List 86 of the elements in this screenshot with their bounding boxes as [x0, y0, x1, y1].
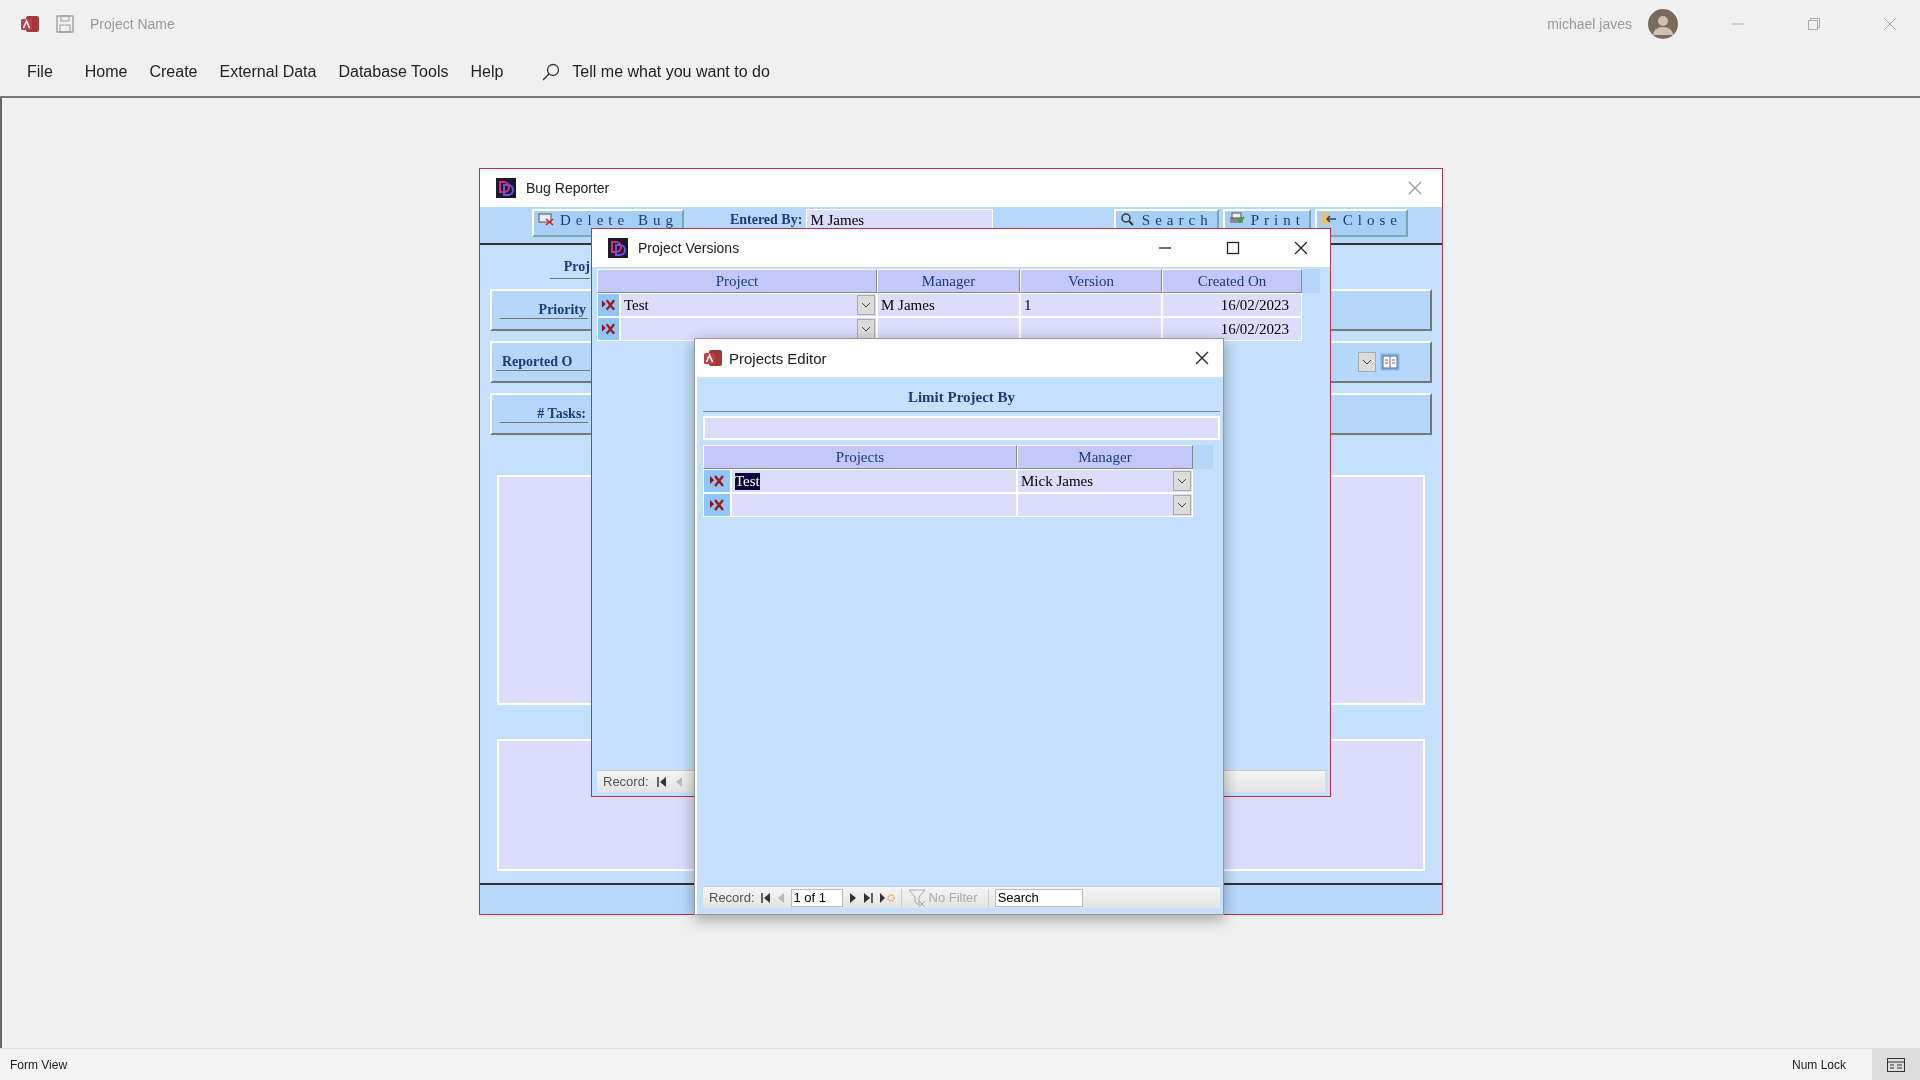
column-header: Projects	[703, 445, 1017, 469]
menu-tab[interactable]: Help	[459, 63, 515, 81]
caret-icon	[861, 302, 871, 308]
table-cell: 16/02/2023	[1162, 293, 1302, 317]
next-record-icon[interactable]	[848, 892, 857, 903]
last-record-icon[interactable]	[862, 892, 873, 903]
app-icon	[20, 14, 40, 34]
form-icon	[608, 238, 628, 258]
cell-text: Mick James	[1021, 472, 1094, 490]
scrollbar-track	[1302, 269, 1320, 293]
close-icon	[1320, 212, 1337, 226]
cell-text: Test	[624, 296, 649, 314]
table-cell: 16/02/2023	[1162, 317, 1302, 341]
caret-icon	[861, 326, 871, 332]
dropdown-button[interactable]	[857, 319, 875, 339]
maximize-icon[interactable]	[1226, 241, 1240, 255]
column-header: Created On	[1162, 269, 1302, 293]
avatar[interactable]	[1648, 9, 1678, 39]
menu-tab[interactable]: File	[17, 63, 64, 81]
field-label: Priority	[500, 301, 588, 319]
document-title: Project Name	[90, 16, 175, 32]
table-cell[interactable]	[731, 493, 1017, 517]
filter-field[interactable]	[703, 416, 1220, 440]
search-icon	[1119, 212, 1136, 226]
delete-record-icon	[601, 299, 616, 311]
delete-record-icon	[709, 499, 725, 511]
record-selector[interactable]	[703, 469, 731, 493]
menu-tab[interactable]: Create	[138, 63, 209, 81]
cell-text: Test	[735, 472, 760, 490]
table-cell: M James	[877, 293, 1020, 317]
menu-tab[interactable]: Home	[73, 63, 139, 81]
calendar-icon[interactable]	[1380, 353, 1400, 371]
search-field[interactable]: Search	[994, 888, 1083, 907]
num-lock-indicator: Num Lock	[1791, 1057, 1846, 1072]
user-name: michael javes	[1547, 16, 1632, 32]
caret-icon	[1177, 502, 1187, 508]
table-cell[interactable]	[1017, 493, 1193, 517]
first-record-icon[interactable]	[656, 776, 667, 787]
column-header: Manager	[877, 269, 1020, 293]
column-header: Version	[1020, 269, 1162, 293]
print-icon	[1228, 212, 1245, 226]
delete-record-icon	[709, 475, 725, 487]
form-icon	[496, 178, 516, 198]
record-selector[interactable]	[597, 293, 620, 317]
dropdown-button[interactable]	[1173, 495, 1191, 515]
field-label: Reported O	[496, 353, 590, 371]
tell-me-search[interactable]: Tell me what you want to do	[572, 63, 770, 81]
table-cell[interactable]: Test	[620, 293, 877, 317]
window-title: Bug Reporter	[526, 180, 611, 196]
menu-tab[interactable]: External Data	[208, 63, 328, 81]
new-record-icon[interactable]	[878, 892, 895, 903]
section-heading: Limit Project By	[703, 377, 1220, 412]
scrollbar-track	[1193, 445, 1213, 469]
menu-tab[interactable]: Database Tools	[327, 63, 460, 81]
column-header: Manager	[1017, 445, 1193, 469]
record-label: Record:	[709, 890, 755, 905]
table-cell[interactable]	[620, 317, 877, 341]
table-cell[interactable]: Mick James	[1017, 469, 1193, 493]
view-name: Form View	[10, 1057, 68, 1072]
delete-record-icon	[601, 323, 616, 335]
dropdown-button[interactable]	[1358, 352, 1376, 372]
column-header: Project	[597, 269, 877, 293]
close-icon[interactable]	[1195, 351, 1209, 365]
field-label: # Tasks:	[500, 405, 588, 423]
table-cell: 1	[1020, 293, 1162, 317]
close-icon[interactable]	[1294, 241, 1308, 255]
caret-icon	[1362, 359, 1372, 365]
record-selector[interactable]	[703, 493, 731, 517]
search-icon[interactable]	[542, 63, 561, 81]
entered-by-label: Entered By:	[729, 211, 803, 228]
table-cell[interactable]: Test	[731, 469, 1017, 493]
first-record-icon[interactable]	[760, 892, 771, 903]
record-position-field[interactable]: 1 of 1	[790, 888, 843, 907]
caret-icon	[1177, 478, 1187, 484]
record-selector[interactable]	[597, 317, 620, 341]
window-title: Project Versions	[638, 240, 741, 256]
field-label: Proj	[550, 255, 590, 279]
form-view-icon[interactable]	[1887, 1057, 1905, 1072]
dropdown-button[interactable]	[1173, 471, 1191, 491]
delete-icon	[538, 212, 554, 226]
window-title: Projects Editor	[729, 349, 828, 367]
dropdown-button[interactable]	[857, 295, 875, 315]
app-icon	[703, 348, 723, 368]
close-button[interactable]: Close	[1314, 209, 1408, 237]
filter-icon	[907, 888, 926, 907]
record-label: Record:	[603, 774, 649, 789]
